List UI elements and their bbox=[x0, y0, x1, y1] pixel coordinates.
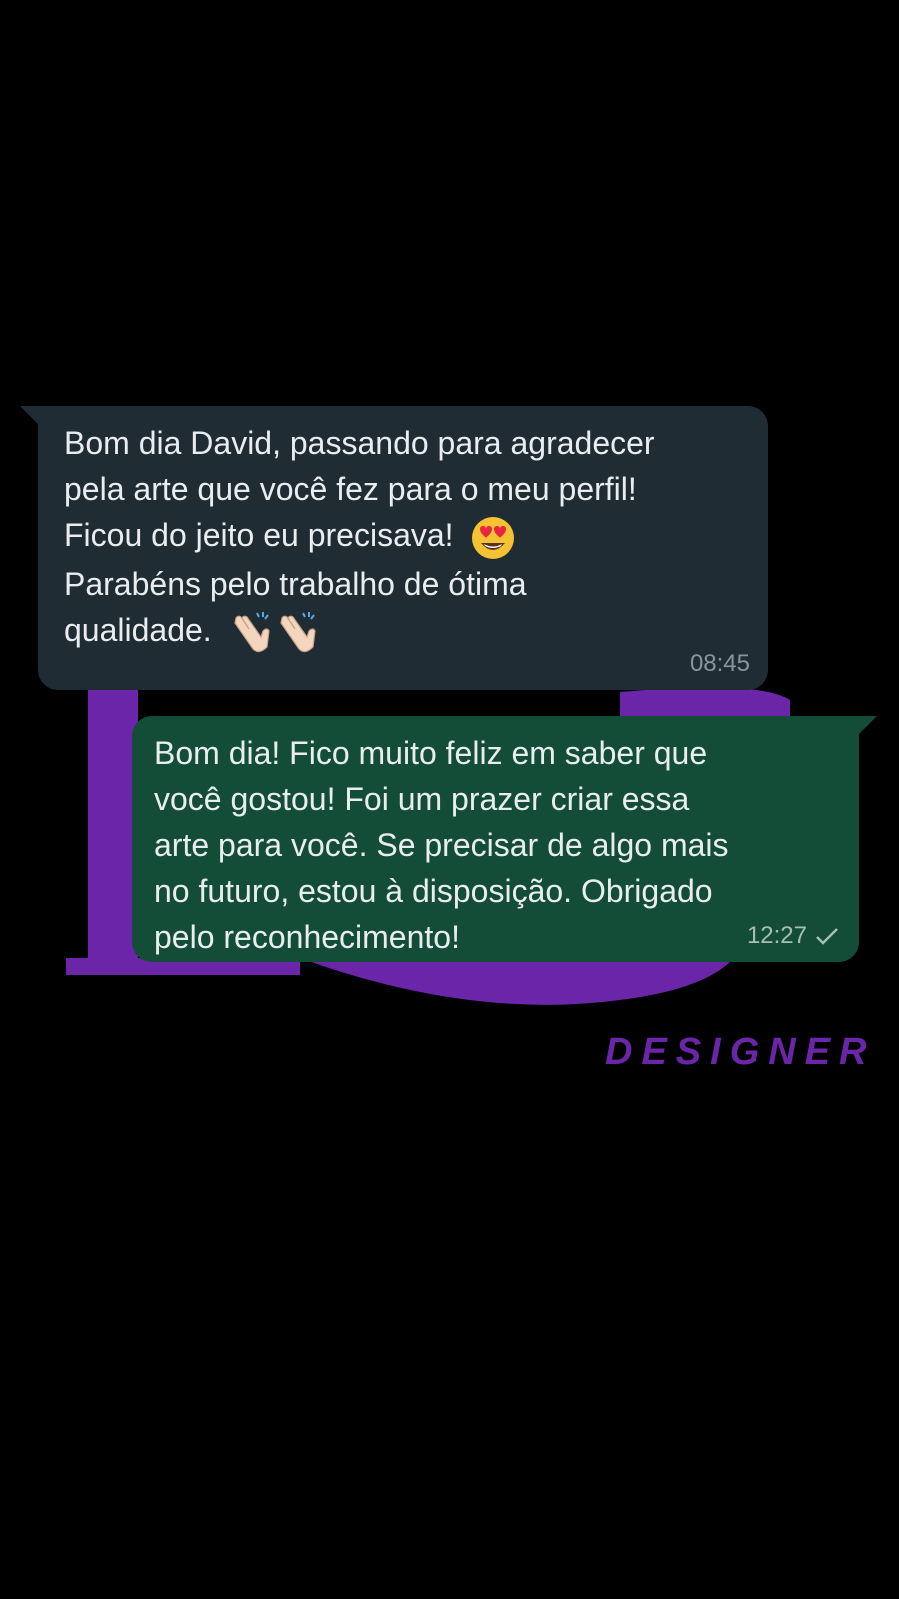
message-timestamp: 08:45 bbox=[689, 650, 750, 677]
clapping-hands-emoji bbox=[279, 612, 316, 653]
outgoing-message-bubble[interactable]: Bom dia! Fico muito feliz em saber que v… bbox=[132, 716, 877, 962]
outgoing-message-text: Bom dia! Fico muito feliz em saber que v… bbox=[154, 730, 729, 960]
message-line: Ficou do jeito eu precisava! bbox=[64, 512, 655, 561]
message-line: Bom dia David, passando para agradecer bbox=[64, 425, 655, 461]
message-line: qualidade. bbox=[64, 607, 655, 656]
message-line: pela arte que você fez para o meu perfil… bbox=[64, 471, 637, 507]
message-line: pelo reconhecimento! bbox=[154, 919, 460, 955]
message-line: Parabéns pelo trabalho de ótima bbox=[64, 565, 527, 602]
logo-designer-text: DESIGNER bbox=[605, 1031, 875, 1073]
logo-letter-stem bbox=[88, 690, 138, 970]
message-line-text: Ficou do jeito eu precisava! bbox=[64, 517, 454, 553]
smiling-face-with-heart-eyes-emoji bbox=[472, 516, 515, 559]
incoming-message-text: Bom dia David, passando para agradecer p… bbox=[64, 420, 655, 655]
incoming-message-bubble[interactable]: Bom dia David, passando para agradecer p… bbox=[20, 406, 768, 690]
message-line-text: qualidade. bbox=[64, 611, 212, 648]
message-line: você gostou! Foi um prazer criar essa bbox=[154, 781, 690, 817]
message-timestamp: 12:27 bbox=[746, 922, 807, 949]
single-check-icon bbox=[816, 928, 838, 945]
message-meta: 12:27 bbox=[747, 922, 839, 950]
bubble-tail bbox=[20, 406, 38, 424]
logo-letter-bottom-arc bbox=[300, 958, 730, 1005]
clapping-hands-emoji bbox=[233, 612, 270, 653]
bubble-tail bbox=[859, 716, 877, 734]
message-line: arte para você. Se precisar de algo mais bbox=[154, 827, 729, 863]
message-line: Bom dia! Fico muito feliz em saber que bbox=[154, 735, 708, 771]
message-line: no futuro, estou à disposição. Obrigado bbox=[154, 873, 713, 909]
